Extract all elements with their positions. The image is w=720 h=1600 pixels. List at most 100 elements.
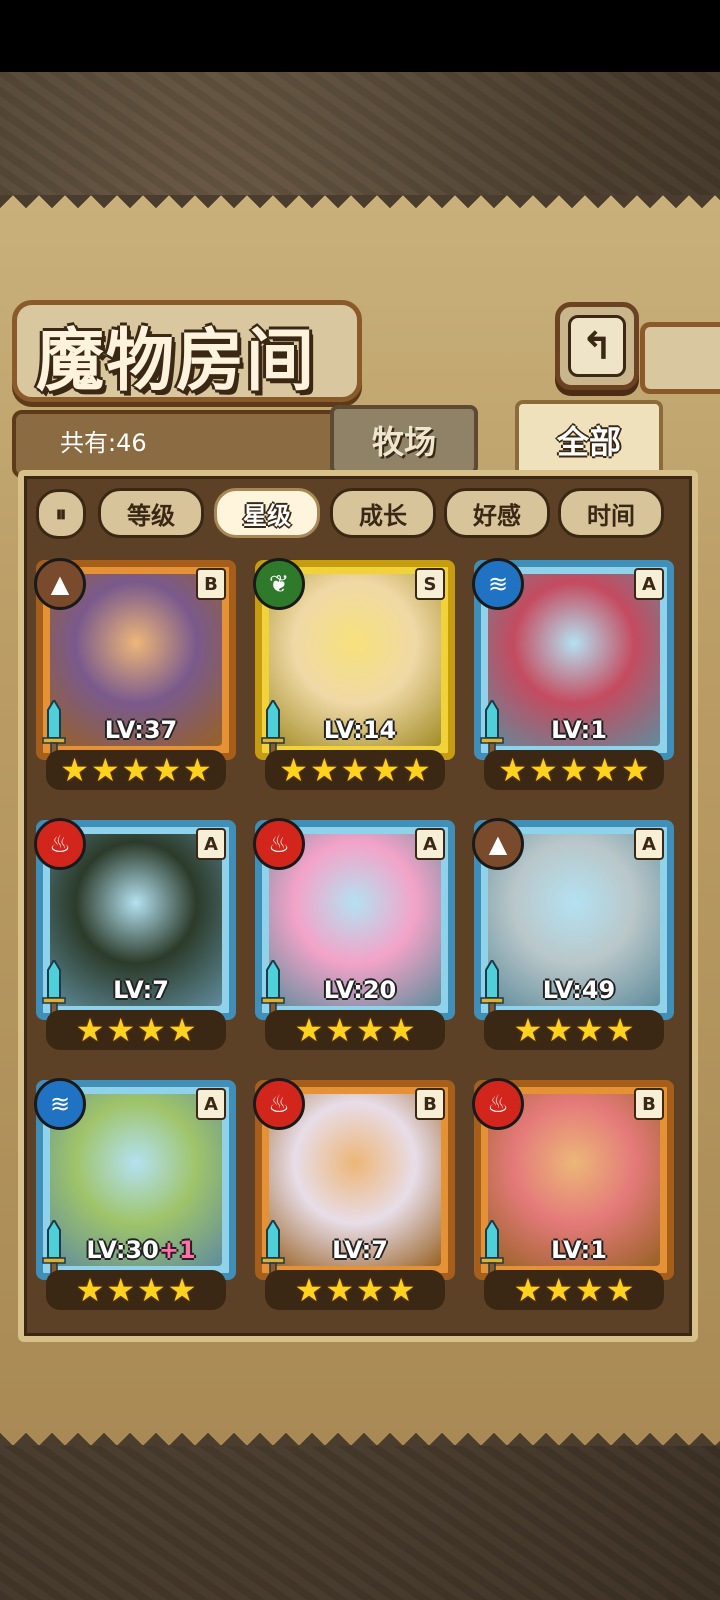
tab-all[interactable]: 全部 (515, 400, 663, 480)
level-text: LV:7 (332, 1236, 388, 1264)
fire-element-icon: ♨ (253, 818, 305, 870)
water-element-icon: ≋ (472, 558, 524, 610)
monster-card[interactable]: A ♨ LV:20 ★ ★ ★ ★ (253, 818, 455, 1050)
level-label: LV:30+1 (86, 1236, 196, 1264)
rank-badge: B (415, 1088, 445, 1120)
filter-affection[interactable]: 好感 (444, 488, 550, 538)
earth-element-icon: ▲ (472, 818, 524, 870)
star-rating: ★ ★ ★ ★ (46, 1010, 226, 1050)
star-icon: ★ (183, 751, 212, 789)
star-icon: ★ (294, 1011, 324, 1049)
level-text: LV:49 (542, 976, 616, 1004)
star-icon: ★ (575, 1011, 604, 1049)
monster-card[interactable]: B ♨ LV:7 ★ ★ ★ ★ (253, 1078, 455, 1310)
monster-card[interactable]: A ≋ LV:1 ★ ★ ★ ★ ★ (472, 558, 674, 790)
star-icon: ★ (309, 751, 339, 789)
level-label: LV:37 (86, 716, 196, 744)
monster-count: 共有:46 (60, 429, 147, 457)
star-icon: ★ (106, 1011, 135, 1049)
rank-badge: B (634, 1088, 664, 1120)
star-rating: ★ ★ ★ ★ (484, 1010, 664, 1050)
star-icon: ★ (90, 751, 120, 789)
earth-element-icon: ▲ (34, 558, 86, 610)
star-icon: ★ (75, 1011, 105, 1049)
star-icon: ★ (294, 1271, 324, 1309)
star-icon: ★ (325, 1271, 354, 1309)
rank-badge: A (634, 828, 664, 860)
star-icon: ★ (137, 1011, 166, 1049)
fire-element-icon: ♨ (472, 1078, 524, 1130)
star-icon: ★ (106, 1271, 135, 1309)
back-button[interactable]: ↰ (555, 302, 639, 390)
fire-element-icon: ♨ (34, 818, 86, 870)
page-title: 魔物房间 (36, 322, 317, 401)
monster-card[interactable]: A ♨ LV:7 ★ ★ ★ ★ (34, 818, 236, 1050)
star-icon: ★ (544, 1271, 573, 1309)
level-text: LV:14 (323, 716, 397, 744)
rank-badge: A (196, 1088, 226, 1120)
star-rating: ★ ★ ★ ★ ★ (265, 750, 445, 790)
filter-time[interactable]: 时间 (558, 488, 664, 538)
level-label: LV:7 (305, 1236, 415, 1264)
level-text: LV:7 (113, 976, 169, 1004)
star-icon: ★ (621, 751, 650, 789)
star-rating: ★ ★ ★ ★ (484, 1270, 664, 1310)
star-rating: ★ ★ ★ ★ ★ (484, 750, 664, 790)
star-icon: ★ (167, 1011, 197, 1049)
star-icon: ★ (75, 1271, 105, 1309)
monster-card[interactable]: A ≋ LV:30+1 ★ ★ ★ ★ (34, 1078, 236, 1310)
star-icon: ★ (325, 1011, 354, 1049)
rank-badge: A (196, 828, 226, 860)
star-icon: ★ (402, 751, 431, 789)
monster-card[interactable]: B ♨ LV:1 ★ ★ ★ ★ (472, 1078, 674, 1310)
panel-bottom-edge (0, 1420, 720, 1446)
star-icon: ★ (340, 751, 370, 789)
level-label: LV:20 (305, 976, 415, 1004)
level-label: LV:49 (524, 976, 634, 1004)
monster-card[interactable]: S ❦ LV:14 ★ ★ ★ ★ ★ (253, 558, 455, 790)
rank-badge: B (196, 568, 226, 600)
star-icon: ★ (386, 1011, 416, 1049)
level-text: LV:1 (551, 1236, 607, 1264)
sort-toggle-icon[interactable]: ⏸ (36, 489, 86, 539)
return-arrow-icon: ↰ (568, 315, 626, 377)
star-rating: ★ ★ ★ ★ (265, 1270, 445, 1310)
filter-level[interactable]: 等级 (98, 488, 204, 538)
level-label: LV:1 (524, 716, 634, 744)
star-icon: ★ (590, 751, 620, 789)
level-label: LV:14 (305, 716, 415, 744)
star-rating: ★ ★ ★ ★ (46, 1270, 226, 1310)
star-icon: ★ (559, 751, 589, 789)
star-rating: ★ ★ ★ ★ (265, 1010, 445, 1050)
level-text: LV:37 (104, 716, 178, 744)
rank-badge: S (415, 568, 445, 600)
filter-growth[interactable]: 成长 (330, 488, 436, 538)
monster-card[interactable]: B ▲ LV:37 ★ ★ ★ ★ ★ (34, 558, 236, 790)
status-bar (0, 0, 720, 72)
star-icon: ★ (513, 1011, 543, 1049)
level-text: LV:30 (86, 1236, 159, 1264)
monster-card[interactable]: A ▲ LV:49 ★ ★ ★ ★ (472, 818, 674, 1050)
filter-star[interactable]: 星级 (214, 488, 320, 538)
star-icon: ★ (605, 1271, 635, 1309)
star-icon: ★ (528, 751, 558, 789)
rank-badge: A (415, 828, 445, 860)
star-icon: ★ (279, 751, 308, 789)
star-icon: ★ (121, 751, 151, 789)
star-icon: ★ (356, 1011, 385, 1049)
star-icon: ★ (137, 1271, 166, 1309)
water-element-icon: ≋ (34, 1078, 86, 1130)
star-icon: ★ (60, 751, 89, 789)
level-label: LV:7 (86, 976, 196, 1004)
grass-element-icon: ❦ (253, 558, 305, 610)
star-icon: ★ (386, 1271, 416, 1309)
star-icon: ★ (371, 751, 401, 789)
tab-ranch[interactable]: 牧场 (330, 405, 478, 475)
panel-top-edge (0, 195, 720, 221)
star-icon: ★ (544, 1011, 573, 1049)
star-icon: ★ (167, 1271, 197, 1309)
star-icon: ★ (575, 1271, 604, 1309)
star-rating: ★ ★ ★ ★ ★ (46, 750, 226, 790)
star-icon: ★ (513, 1271, 543, 1309)
level-bonus: +1 (158, 1236, 196, 1264)
